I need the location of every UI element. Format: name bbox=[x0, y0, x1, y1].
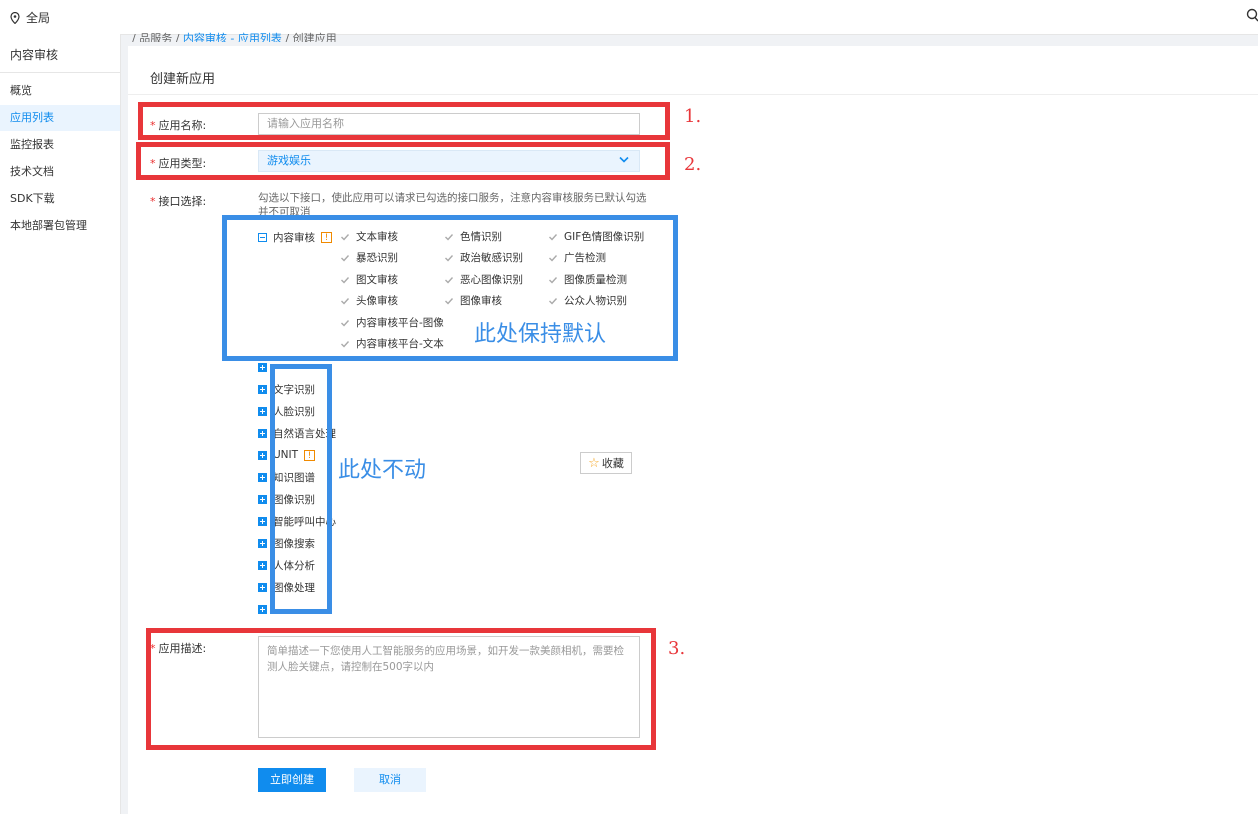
expand-icon[interactable] bbox=[258, 406, 267, 416]
expand-icon[interactable] bbox=[258, 494, 267, 504]
annotation-number-2: 2. bbox=[684, 154, 702, 175]
annotation-box-name bbox=[138, 102, 670, 140]
breadcrumb-prefix: / 品服务 / bbox=[132, 32, 183, 42]
region-selector[interactable]: 全局 bbox=[10, 9, 50, 26]
page-title: 创建新应用 bbox=[150, 72, 216, 87]
expand-icon[interactable] bbox=[258, 516, 267, 526]
annotation-box-desc bbox=[146, 628, 656, 750]
create-button[interactable]: 立即创建 bbox=[258, 768, 326, 792]
sidebar: 内容审核 概览 应用列表 监控报表 技术文档 SDK下载 本地部署包管理 bbox=[0, 34, 121, 814]
expand-icon[interactable] bbox=[258, 384, 267, 394]
annotation-number-3: 3. bbox=[668, 638, 686, 659]
region-label: 全局 bbox=[26, 11, 51, 25]
expand-icon[interactable] bbox=[258, 450, 267, 460]
star-icon: ☆ bbox=[588, 455, 600, 471]
sidebar-item-monitor[interactable]: 监控报表 bbox=[0, 132, 120, 158]
sidebar-item-sdk[interactable]: SDK下载 bbox=[0, 186, 120, 212]
location-pin-icon bbox=[10, 11, 20, 24]
required-mark: * bbox=[150, 195, 156, 208]
api-hint-text: 勾选以下接口，使此应用可以请求已勾选的接口服务，注意内容审核服务已默认勾选并不可… bbox=[258, 192, 647, 215]
annotation-dont-touch: 此处不动 bbox=[338, 458, 427, 483]
breadcrumb-current: / 创建应用 bbox=[281, 32, 337, 42]
breadcrumb-link[interactable]: 内容审核 - 应用列表 bbox=[183, 32, 282, 42]
annotation-box-default bbox=[222, 215, 678, 361]
sidebar-title: 内容审核 bbox=[10, 48, 59, 62]
title-divider bbox=[128, 94, 1258, 95]
sidebar-item-app-list[interactable]: 应用列表 bbox=[0, 105, 120, 131]
breadcrumb: / 品服务 / 内容审核 - 应用列表 / 创建应用 bbox=[132, 30, 337, 42]
expand-icon[interactable] bbox=[258, 362, 267, 372]
expand-icon[interactable] bbox=[258, 560, 267, 570]
api-select-label-text: 接口选择: bbox=[158, 195, 207, 208]
expand-icon[interactable] bbox=[258, 538, 267, 548]
expand-icon[interactable] bbox=[258, 604, 267, 614]
sidebar-item-local-deploy[interactable]: 本地部署包管理 bbox=[0, 213, 120, 239]
sidebar-item-docs[interactable]: 技术文档 bbox=[0, 159, 120, 185]
favorite-button[interactable]: ☆ 收藏 bbox=[580, 452, 632, 474]
expand-icon[interactable] bbox=[258, 472, 267, 482]
sidebar-divider bbox=[0, 72, 120, 73]
annotation-box-dont-touch bbox=[270, 364, 332, 614]
expand-icon[interactable] bbox=[258, 428, 267, 438]
favorite-label: 收藏 bbox=[601, 457, 624, 470]
api-select-label: * 接口选择: bbox=[150, 193, 206, 209]
annotation-box-type bbox=[136, 142, 670, 180]
annotation-number-1: 1. bbox=[684, 106, 702, 127]
cancel-button[interactable]: 取消 bbox=[354, 768, 426, 792]
expand-icon[interactable] bbox=[258, 582, 267, 592]
annotation-keep-default: 此处保持默认 bbox=[474, 322, 607, 347]
sidebar-item-overview[interactable]: 概览 bbox=[0, 78, 120, 104]
search-icon[interactable] bbox=[1246, 8, 1258, 22]
